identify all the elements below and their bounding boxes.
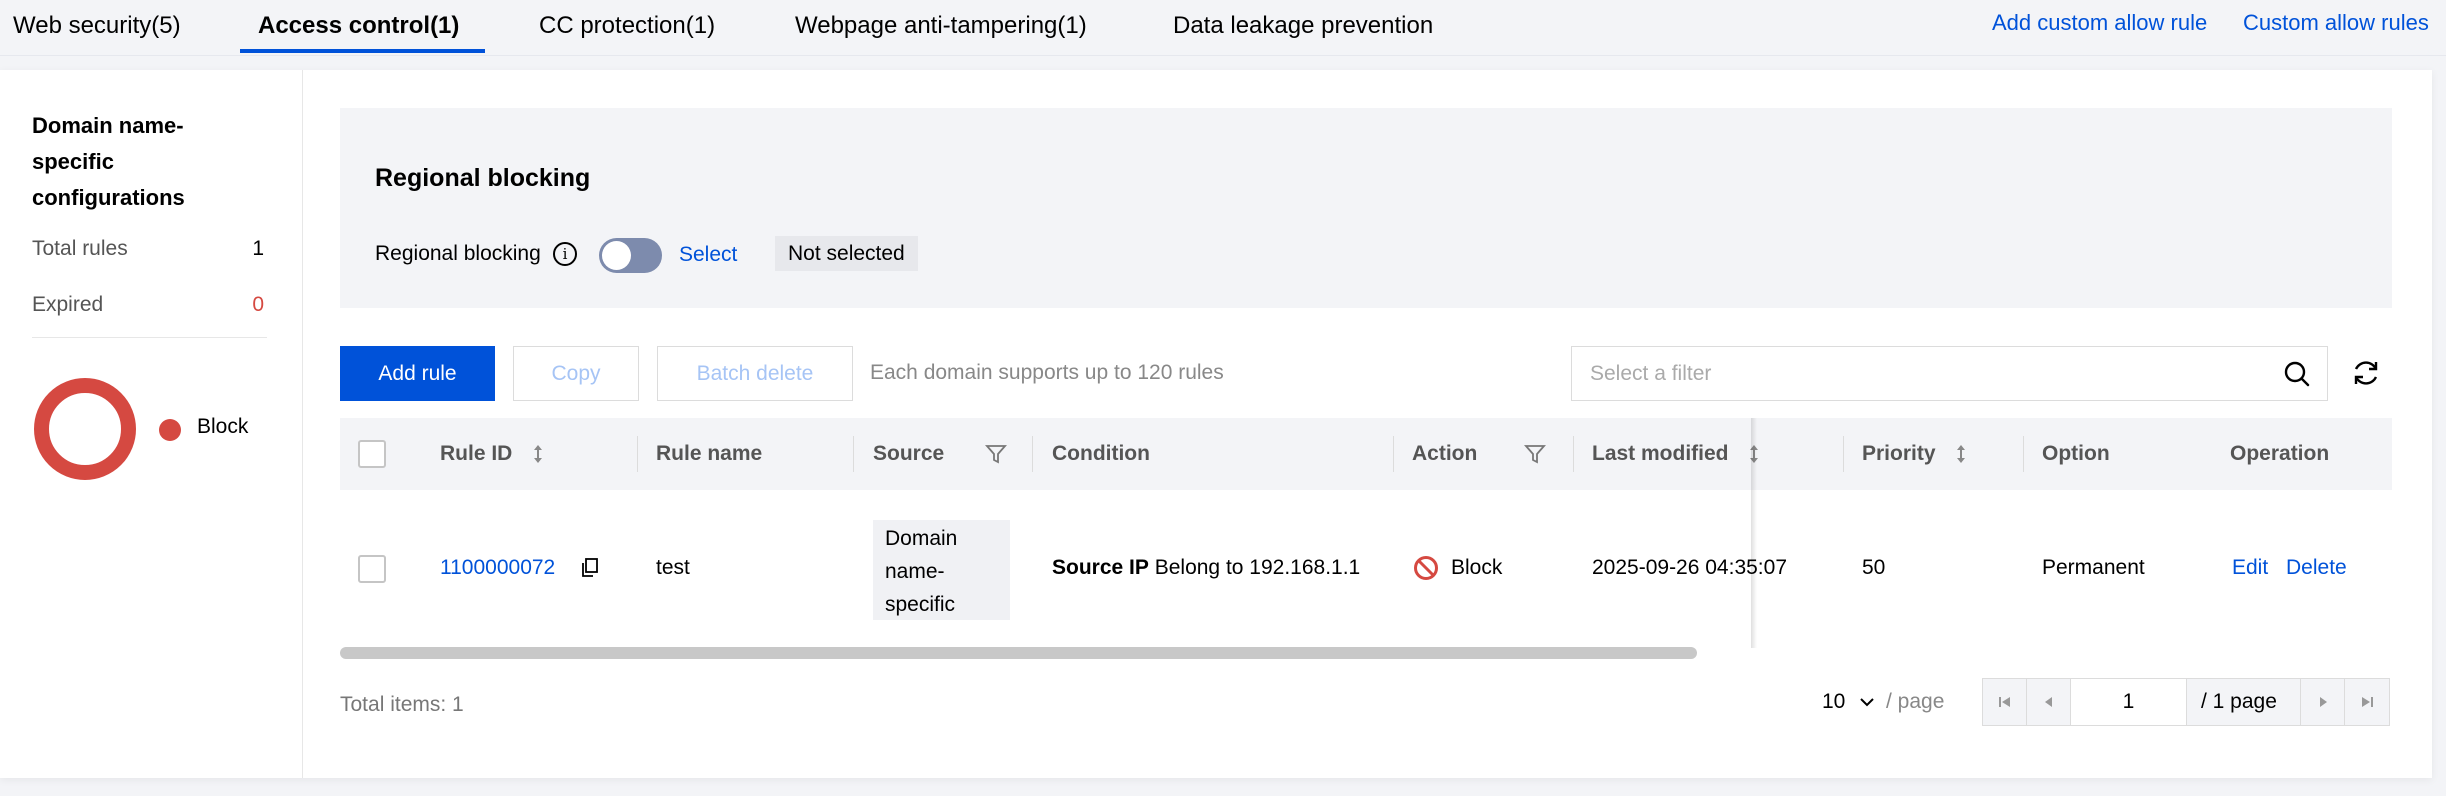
sort-icon[interactable]	[532, 443, 544, 465]
rule-name-cell: test	[656, 556, 690, 579]
condition-text: Belong to 192.168.1.1	[1154, 556, 1361, 579]
edit-link[interactable]: Edit	[2232, 556, 2268, 580]
column-header-source: Source	[873, 442, 945, 465]
copy-button[interactable]: Copy	[513, 346, 639, 401]
filter-placeholder: Select a filter	[1590, 362, 1712, 385]
last-page-icon	[2362, 697, 2373, 707]
column-separator	[853, 436, 854, 472]
column-separator	[1843, 436, 1844, 472]
column-separator	[2023, 436, 2024, 472]
add-rule-button[interactable]: Add rule	[340, 346, 495, 401]
add-custom-allow-rule-link[interactable]: Add custom allow rule	[1992, 10, 2207, 36]
regional-blocking-section	[340, 108, 2392, 308]
tab-web-security[interactable]: Web security(5)	[13, 12, 181, 40]
source-tag: Domain name-specific	[873, 520, 1010, 620]
column-header-rule-name: Rule name	[656, 442, 763, 465]
total-rules-value: 1	[252, 237, 264, 260]
action-filter-icon[interactable]	[1524, 443, 1546, 465]
info-icon[interactable]: i	[553, 242, 577, 266]
column-separator	[637, 436, 638, 472]
priority-cell: 50	[1862, 556, 1886, 579]
expired-value: 0	[252, 293, 264, 316]
sort-icon[interactable]	[1955, 443, 1967, 465]
block-icon	[1414, 556, 1438, 580]
last-page-button[interactable]	[2345, 679, 2389, 725]
column-separator	[1393, 436, 1394, 472]
copy-icon[interactable]	[580, 557, 600, 579]
block-legend-label: Block	[197, 415, 249, 438]
tab-access-control[interactable]: Access control(1)	[258, 12, 459, 40]
source-filter-icon[interactable]	[985, 443, 1007, 465]
pagination: 1 / 1 page	[1982, 678, 2390, 726]
page-size-select[interactable]: 10	[1822, 690, 1875, 714]
prev-page-button[interactable]	[2027, 679, 2071, 725]
first-page-button[interactable]	[1983, 679, 2027, 725]
refresh-icon[interactable]	[2350, 357, 2382, 389]
filter-input[interactable]: Select a filter	[1571, 346, 2328, 401]
delete-link[interactable]: Delete	[2286, 556, 2347, 580]
column-separator	[1032, 436, 1033, 472]
tab-webpage-anti-tampering[interactable]: Webpage anti-tampering(1)	[795, 12, 1087, 40]
last-modified-header-label: Last modified	[1592, 442, 1729, 465]
page-size-value: 10	[1822, 690, 1846, 713]
block-legend-dot	[159, 419, 181, 441]
summary-title: Domain name-specific configurations	[32, 113, 185, 210]
summary-divider	[32, 337, 267, 338]
rules-limit-hint: Each domain supports up to 120 rules	[870, 361, 1224, 384]
column-separator	[1573, 436, 1574, 472]
search-icon[interactable]	[2283, 360, 2311, 388]
first-page-icon	[1998, 697, 2010, 707]
regional-blocking-title: Regional blocking	[375, 164, 591, 192]
next-page-button[interactable]	[2301, 679, 2345, 725]
prev-page-icon	[2044, 697, 2052, 707]
left-summary-panel: Domain name-specific configurations Tota…	[0, 70, 303, 778]
horizontal-scrollbar[interactable]	[340, 647, 1697, 659]
total-pages-label: / 1 page	[2187, 679, 2301, 725]
tab-data-leakage-prevention[interactable]: Data leakage prevention	[1173, 12, 1433, 40]
select-all-checkbox[interactable]	[358, 440, 386, 468]
rule-id-header-label: Rule ID	[440, 442, 513, 465]
column-header-action: Action	[1412, 442, 1478, 465]
column-header-operation: Operation	[2230, 442, 2330, 465]
source-tag-label: Domain name-specific	[885, 527, 958, 616]
total-rules-label: Total rules	[32, 237, 128, 260]
region-select-link[interactable]: Select	[679, 243, 737, 267]
rules-donut-chart	[34, 378, 136, 480]
row-checkbox[interactable]	[358, 555, 386, 583]
condition-cell: Source IP Belong to 192.168.1.1	[1052, 556, 1360, 580]
column-header-priority[interactable]: Priority	[1862, 418, 1967, 490]
column-header-rule-id[interactable]: Rule ID	[440, 418, 544, 490]
rule-id-link[interactable]: 1100000072	[440, 556, 555, 580]
condition-field: Source IP	[1052, 556, 1149, 579]
toggle-knob	[602, 241, 631, 270]
column-header-condition: Condition	[1052, 442, 1150, 465]
tab-cc-protection[interactable]: CC protection(1)	[539, 12, 715, 40]
table-row: 1100000072 test Domain name-specific Sou…	[340, 490, 2392, 647]
column-header-option: Option	[2042, 442, 2110, 465]
page-number-input[interactable]: 1	[2071, 679, 2187, 725]
expired-label: Expired	[32, 293, 104, 316]
priority-header-label: Priority	[1862, 442, 1936, 465]
per-page-label: / page	[1886, 690, 1945, 713]
region-status-tag: Not selected	[775, 236, 918, 271]
batch-delete-button[interactable]: Batch delete	[657, 346, 853, 401]
regional-blocking-toggle[interactable]	[599, 238, 662, 273]
column-header-last-modified[interactable]: Last modified	[1592, 418, 1760, 490]
option-cell: Permanent	[2042, 556, 2145, 579]
active-tab-indicator	[240, 49, 485, 53]
total-items: Total items: 1	[340, 693, 464, 716]
custom-allow-rules-link[interactable]: Custom allow rules	[2243, 10, 2429, 36]
action-cell: Block	[1451, 556, 1503, 579]
table-header: Rule ID Rule name Source Condition Actio…	[340, 418, 2392, 490]
regional-blocking-label: Regional blocking	[375, 242, 541, 265]
fixed-column-shadow	[1751, 418, 1757, 648]
next-page-icon	[2319, 697, 2327, 707]
chevron-down-icon	[1860, 698, 1874, 707]
last-modified-cell: 2025-09-26 04:35:07	[1592, 556, 1787, 579]
